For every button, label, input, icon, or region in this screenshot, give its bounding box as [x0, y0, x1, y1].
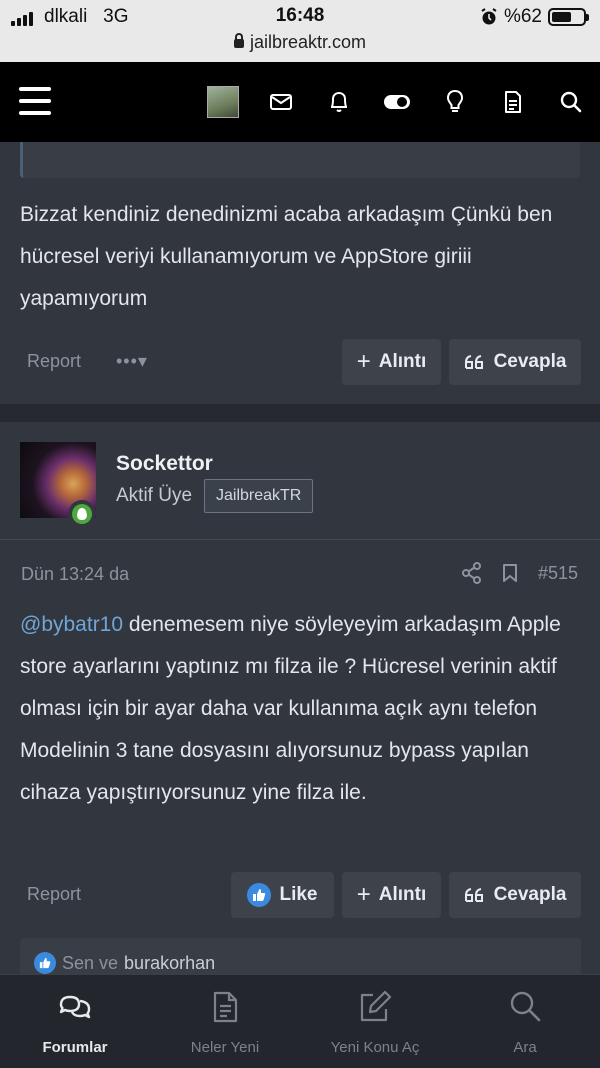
quote-marks-icon	[464, 888, 483, 902]
lock-icon	[233, 33, 244, 48]
whats-new-icon	[213, 991, 238, 1023]
search-icon	[510, 991, 541, 1022]
envelope-icon[interactable]	[252, 86, 310, 118]
share-icon[interactable]	[461, 562, 482, 584]
toggle-icon[interactable]	[368, 86, 426, 118]
reply-button[interactable]: Cevapla	[449, 872, 581, 918]
plus-icon: +	[356, 881, 371, 908]
report-link[interactable]: Report	[27, 351, 81, 372]
account-avatar[interactable]	[194, 86, 252, 118]
post-meta: Dün 13:24 da #515	[0, 560, 600, 590]
thumbs-up-icon	[34, 952, 56, 974]
tab-new-thread[interactable]: Yeni Konu Aç	[300, 975, 450, 1068]
bottom-tab-bar: Forumlar Neler Yeni Yeni Konu Aç Ara	[0, 974, 600, 1068]
username[interactable]: Sockettor	[116, 452, 213, 476]
menu-icon[interactable]	[19, 87, 51, 115]
tab-label: Neler Yeni	[190, 1039, 260, 1056]
search-icon[interactable]	[542, 86, 600, 118]
alarm-icon	[481, 8, 497, 25]
reaction-user-link[interactable]: burakorhan	[124, 953, 215, 974]
post-message: Sockettor Aktif Üye JailbreakTR Dün 13:2…	[0, 422, 600, 978]
post-body: @bybatr10 denemesem niye söyleyeyim arka…	[20, 613, 561, 804]
user-mention[interactable]: @bybatr10	[20, 613, 123, 636]
battery-percent: %62	[503, 6, 542, 27]
plus-icon: +	[356, 348, 371, 375]
post-actions: Report Like + Alıntı Cevapla	[0, 872, 600, 918]
post-separator	[0, 404, 600, 422]
quote-button[interactable]: + Alıntı	[342, 339, 441, 385]
tab-forums[interactable]: Forumlar	[0, 975, 150, 1068]
post-date[interactable]: Dün 13:24 da	[21, 564, 129, 585]
post-actions: Report •••▾ + Alıntı Cevapla	[0, 339, 600, 385]
quote-block	[20, 142, 580, 178]
tab-whats-new[interactable]: Neler Yeni	[150, 975, 300, 1068]
bell-icon[interactable]	[310, 86, 368, 118]
tab-label: Forumlar	[42, 1039, 108, 1056]
user-banner: JailbreakTR	[204, 479, 314, 513]
thumbs-up-icon	[247, 883, 272, 907]
reply-button[interactable]: Cevapla	[449, 339, 581, 385]
new-thread-icon	[360, 990, 392, 1022]
online-status-icon	[68, 500, 96, 528]
battery-icon	[548, 8, 589, 26]
user-title: Aktif Üye	[116, 485, 193, 506]
post-body: Bizzat kendiniz denedinizmi acaba arkada…	[20, 203, 553, 310]
report-link[interactable]: Report	[27, 884, 81, 905]
more-options-button[interactable]: •••▾	[116, 351, 148, 372]
forums-icon	[59, 995, 91, 1019]
tab-label: Yeni Konu Aç	[330, 1039, 420, 1056]
tab-label: Ara	[513, 1039, 537, 1056]
reactions-prefix: Sen ve	[62, 952, 119, 973]
address-bar[interactable]: jailbreaktr.com	[0, 32, 600, 53]
top-navigation	[0, 62, 600, 142]
like-button[interactable]: Like	[231, 872, 334, 918]
reactions-bar[interactable]: Sen ve burakorhan	[20, 938, 581, 978]
post-user-info: Sockettor Aktif Üye JailbreakTR	[0, 422, 600, 540]
post-message: Bizzat kendiniz denedinizmi acaba arkada…	[0, 142, 600, 404]
url-text: jailbreaktr.com	[249, 32, 367, 52]
quote-button[interactable]: + Alıntı	[342, 872, 441, 918]
document-icon[interactable]	[484, 86, 542, 118]
site-avatar	[207, 86, 239, 118]
lightbulb-icon[interactable]	[426, 86, 484, 118]
post-number[interactable]: #515	[538, 563, 578, 584]
tab-search[interactable]: Ara	[450, 975, 600, 1068]
status-bar: dlkali 3G 16:48 %62 jailbreaktr.com	[0, 0, 600, 62]
bookmark-icon[interactable]	[502, 563, 518, 583]
quote-marks-icon	[464, 355, 483, 369]
